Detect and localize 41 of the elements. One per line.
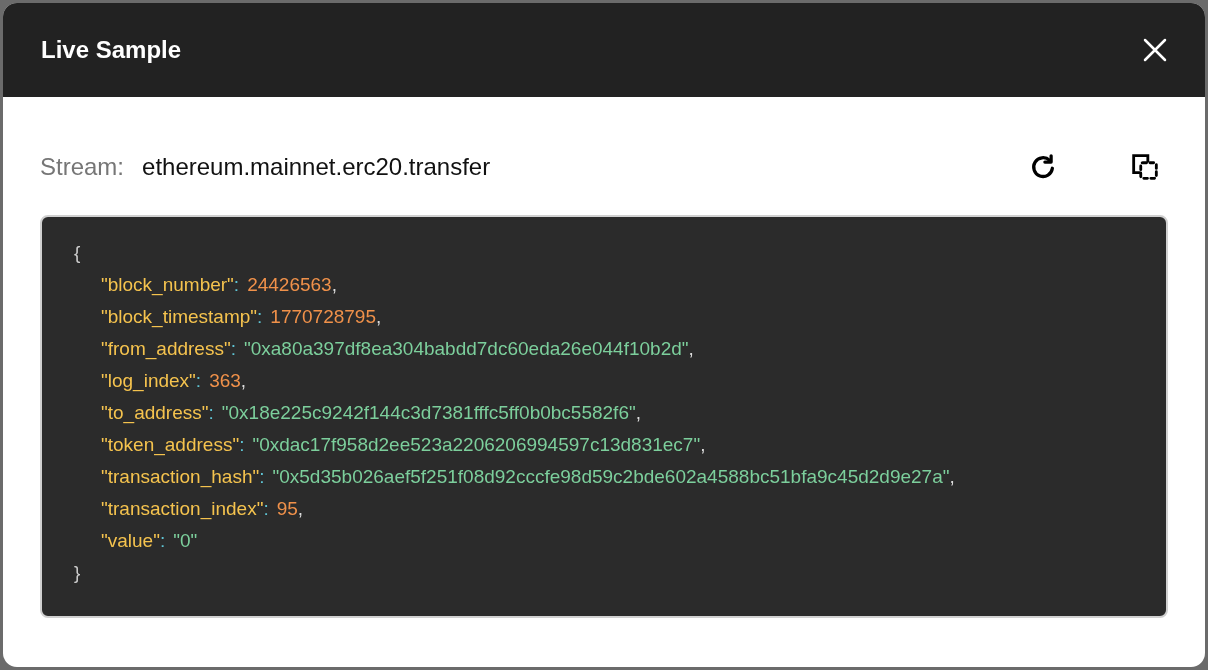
code-key: "transaction_index" xyxy=(101,498,264,519)
code-comma: , xyxy=(700,434,706,455)
code-value: 363 xyxy=(209,370,241,391)
code-key: "token_address" xyxy=(101,434,240,455)
code-value: 1770728795 xyxy=(270,306,376,327)
code-comma: , xyxy=(949,466,955,487)
code-colon: : xyxy=(159,530,166,551)
code-comma: , xyxy=(331,274,337,295)
close-icon xyxy=(1143,38,1167,62)
code-key: "block_number" xyxy=(101,274,234,295)
code-colon: : xyxy=(230,338,236,359)
code-key: "value" xyxy=(101,530,160,551)
code-value: 24426563 xyxy=(247,274,332,295)
code-value: "0xdac17f958d2ee523a2206206994597c13d831ec7" xyxy=(252,434,701,455)
code-colon: : xyxy=(257,306,263,327)
stream-name: ethereum.mainnet.erc20.transfer xyxy=(142,152,491,182)
stream-label: Stream: xyxy=(40,152,125,182)
code-comma: , xyxy=(376,306,382,327)
code-value: "0xa80a397df8ea304babdd7dc60eda26e044f10b2d" xyxy=(243,338,689,359)
code-comma: , xyxy=(635,402,641,423)
code-key: "to_address" xyxy=(101,402,209,423)
code-colon: : xyxy=(208,402,214,423)
code-colon: : xyxy=(233,274,240,295)
code-value: "0x18e225c9242f144c3d7381fffc5ff0b0bc5582f6" xyxy=(221,402,636,423)
code-comma: , xyxy=(688,338,694,359)
code-value: "0x5d35b026aef5f251f08d92cccfe98d59c2bde602a4588bc51bfa9c45d2d9e27a" xyxy=(272,466,950,487)
code-colon: : xyxy=(195,370,202,391)
code-key: "log_index" xyxy=(101,370,196,391)
code-key: "transaction_hash" xyxy=(101,466,260,487)
code-key: "block_timestamp" xyxy=(101,306,258,327)
code-colon: : xyxy=(263,498,269,519)
code-comma: , xyxy=(297,498,304,519)
code-key: "from_address" xyxy=(101,338,231,359)
code-colon: : xyxy=(239,434,245,455)
code-brace: { xyxy=(74,242,81,263)
dialog-title: Live Sample xyxy=(41,35,182,65)
code-value: 95 xyxy=(276,498,298,519)
code-colon: : xyxy=(259,466,265,487)
code-brace: } xyxy=(74,562,81,583)
code-value: "0" xyxy=(173,530,198,551)
code-comma: , xyxy=(240,370,247,391)
